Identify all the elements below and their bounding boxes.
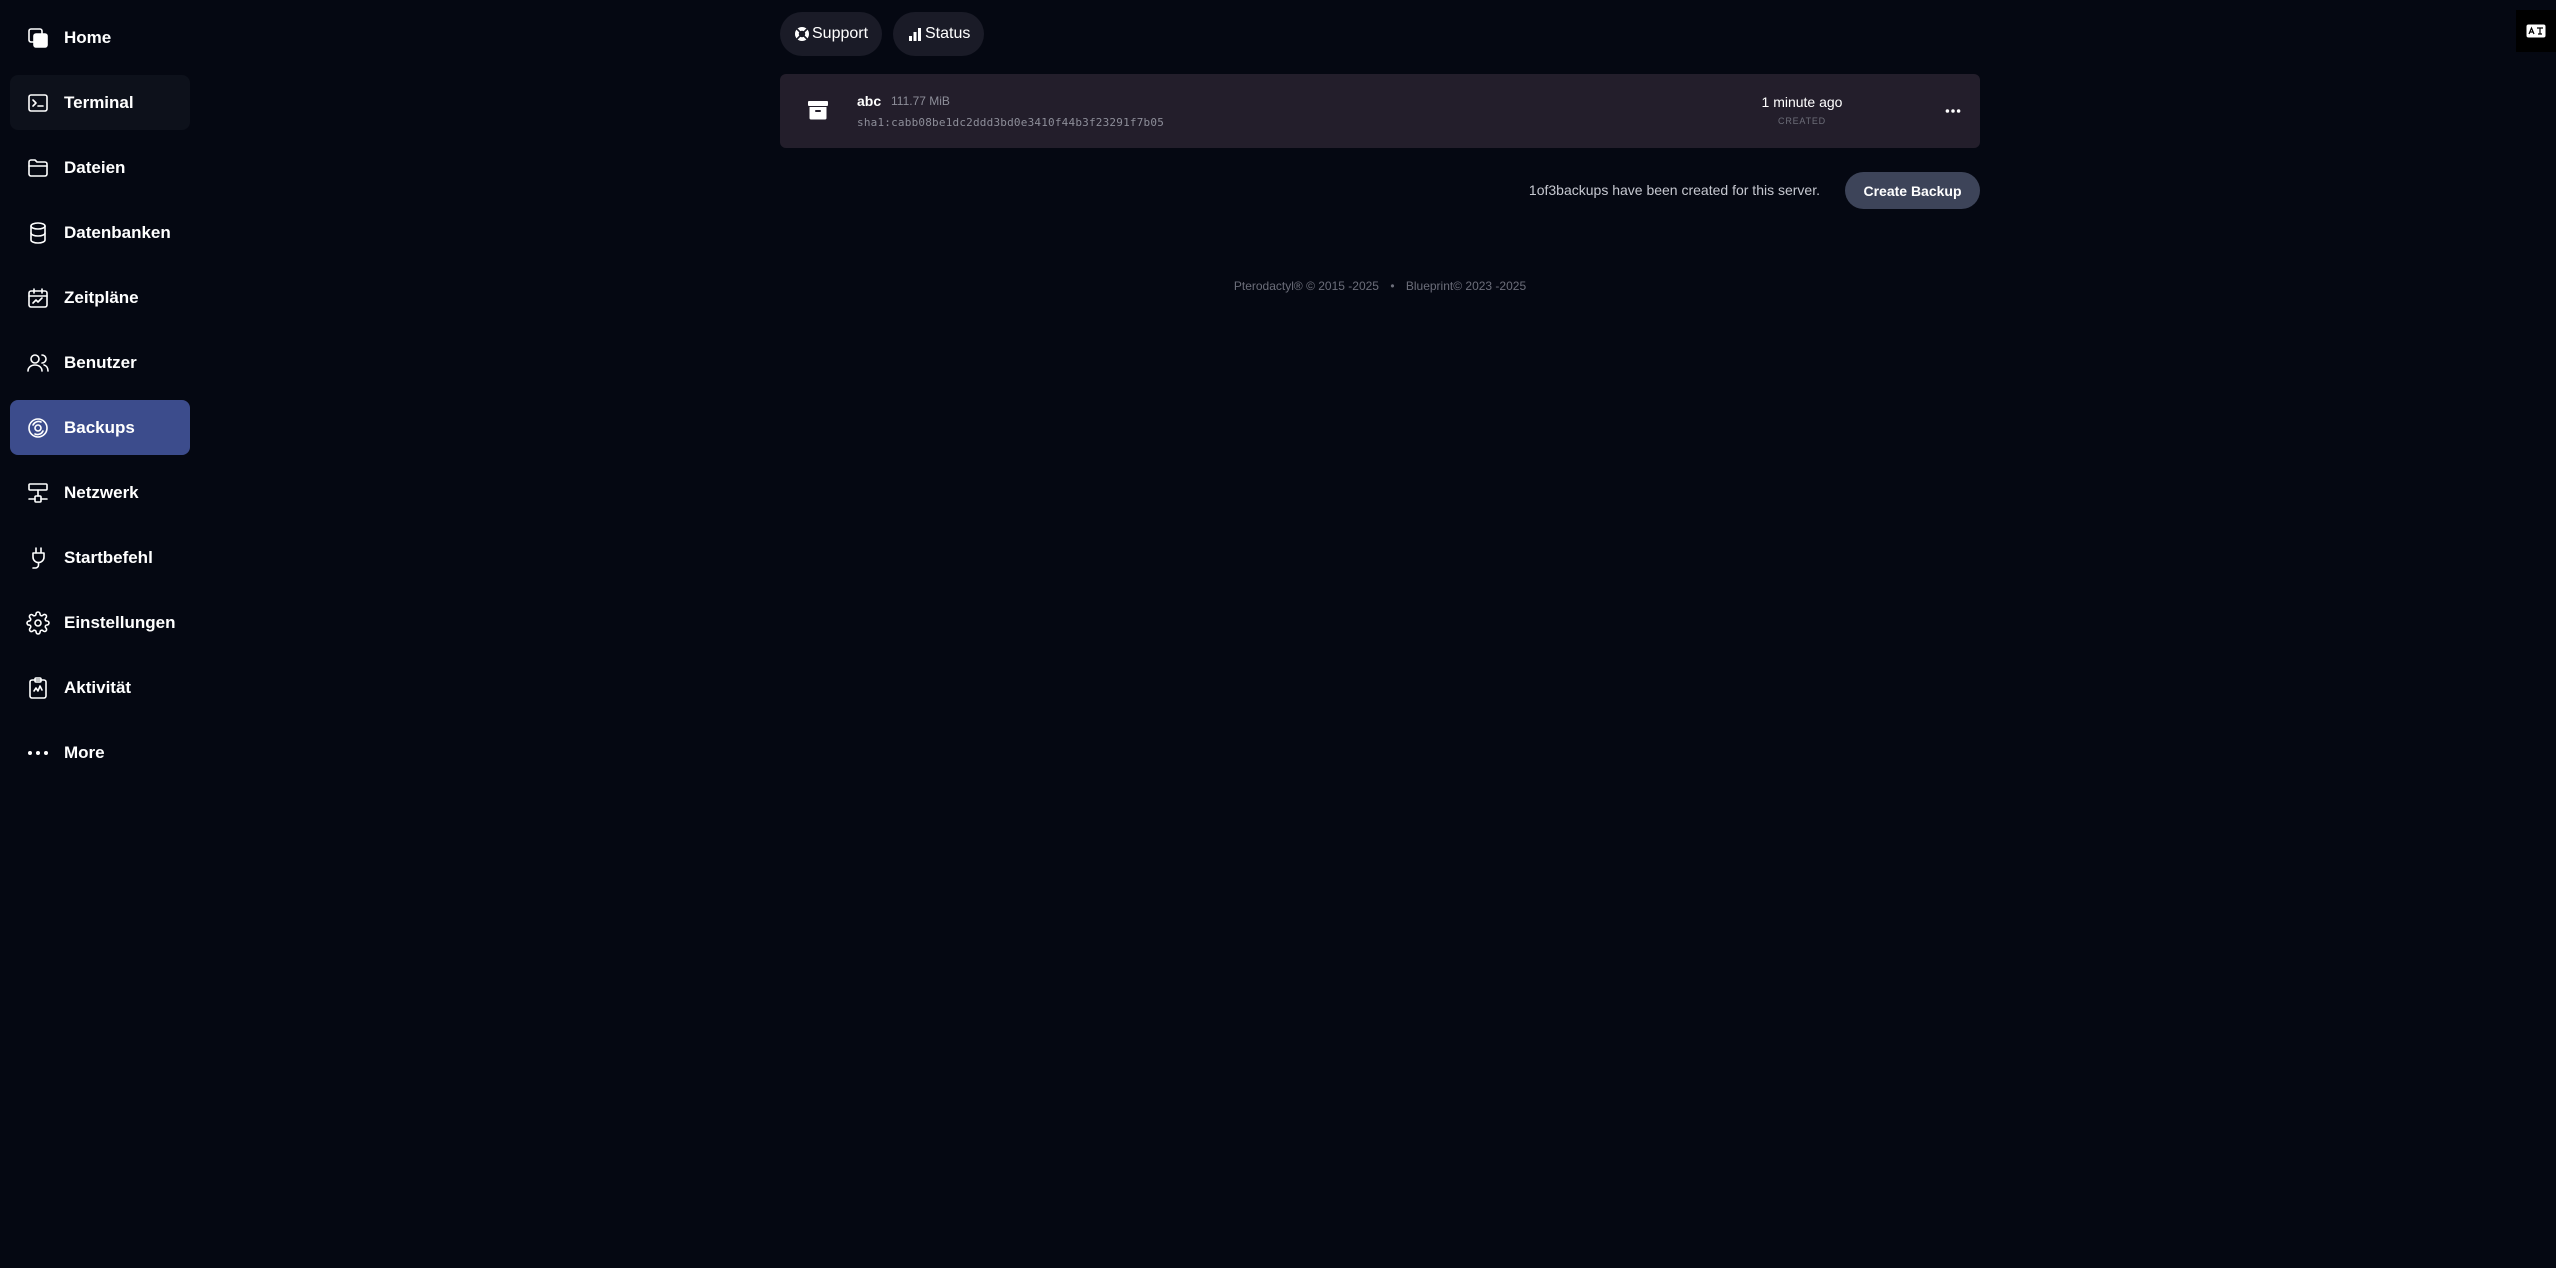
sidebar-item-label: Dateien — [64, 157, 126, 177]
backup-checksum: sha1:cabb08be1dc2ddd3bd0e3410f44b3f23291… — [857, 116, 1165, 129]
folder-icon — [25, 155, 51, 181]
backup-quota-text: 1of3backups have been created for this s… — [1528, 182, 1820, 198]
sidebar-item-label: Datenbanken — [64, 222, 171, 242]
sidebar-item-home[interactable]: Home — [10, 10, 190, 65]
sidebar-item-label: Zeitpläne — [64, 287, 139, 307]
sidebar-item-aktivitaet[interactable]: Aktivität — [10, 660, 190, 715]
sidebar-item-einstellungen[interactable]: Einstellungen — [10, 595, 190, 650]
plug-icon — [25, 545, 51, 571]
sidebar-item-label: Home — [64, 27, 112, 47]
sidebar-item-label: Backups — [64, 417, 135, 437]
sidebar-item-dateien[interactable]: Dateien — [10, 140, 190, 195]
sidebar-item-datenbanken[interactable]: Datenbanken — [10, 205, 190, 260]
backup-options-button[interactable] — [1940, 98, 1966, 124]
backup-icon — [25, 415, 51, 441]
more-icon — [25, 740, 51, 766]
calendar-icon — [25, 285, 51, 311]
translate-icon — [2526, 24, 2546, 38]
terminal-icon — [25, 90, 51, 116]
footer-blueprint[interactable]: Blueprint© 2023 -2025 — [1406, 279, 1526, 293]
sidebar-item-zeitplaene[interactable]: Zeitpläne — [10, 270, 190, 325]
create-backup-button[interactable]: Create Backup — [1845, 172, 1980, 209]
signal-bars-icon — [909, 28, 921, 41]
backup-created-time: 1 minute ago — [1761, 94, 1843, 110]
users-icon — [25, 350, 51, 376]
status-button[interactable]: Status — [893, 12, 985, 56]
sidebar-item-label: Benutzer — [64, 352, 137, 372]
support-label: Support — [812, 25, 869, 42]
sidebar-item-label: Startbefehl — [64, 547, 153, 567]
sidebar-item-terminal[interactable]: Terminal — [10, 75, 190, 130]
gear-icon — [25, 610, 51, 636]
lifebuoy-icon — [795, 27, 809, 41]
sidebar-item-label: More — [64, 742, 105, 762]
sidebar-item-netzwerk[interactable]: Netzwerk — [10, 465, 190, 520]
backup-created-caption: CREATED — [1778, 116, 1826, 126]
backup-size: 111.77 MiB — [891, 94, 950, 108]
footer: Pterodactyl® © 2015 -2025 • Blueprint© 2… — [780, 279, 1980, 293]
sidebar-item-label: Aktivität — [64, 677, 132, 697]
sidebar: Home Terminal Dateien Datenbanken Zeitpl… — [0, 0, 200, 1268]
sidebar-item-benutzer[interactable]: Benutzer — [10, 335, 190, 390]
sidebar-item-startbefehl[interactable]: Startbefehl — [10, 530, 190, 585]
sidebar-item-backups[interactable]: Backups — [10, 400, 190, 455]
sidebar-item-label: Terminal — [64, 92, 134, 112]
archive-box-icon — [808, 101, 828, 120]
backup-row[interactable]: abc 111.77 MiB sha1:cabb08be1dc2ddd3bd0e… — [780, 74, 1980, 148]
footer-pterodactyl[interactable]: Pterodactyl® © 2015 -2025 — [1234, 279, 1379, 293]
clipboard-icon — [25, 675, 51, 701]
sidebar-item-more[interactable]: More — [10, 725, 190, 780]
backup-name: abc — [857, 93, 882, 109]
ellipsis-icon — [1945, 109, 1961, 113]
support-button[interactable]: Support — [780, 12, 883, 56]
sidebar-item-label: Einstellungen — [64, 612, 176, 632]
language-button[interactable] — [2516, 10, 2556, 52]
database-icon — [25, 220, 51, 246]
network-icon — [25, 480, 51, 506]
footer-separator: • — [1390, 279, 1395, 293]
sidebar-item-label: Netzwerk — [64, 482, 139, 502]
home-icon — [25, 25, 51, 51]
status-label: Status — [925, 25, 971, 42]
